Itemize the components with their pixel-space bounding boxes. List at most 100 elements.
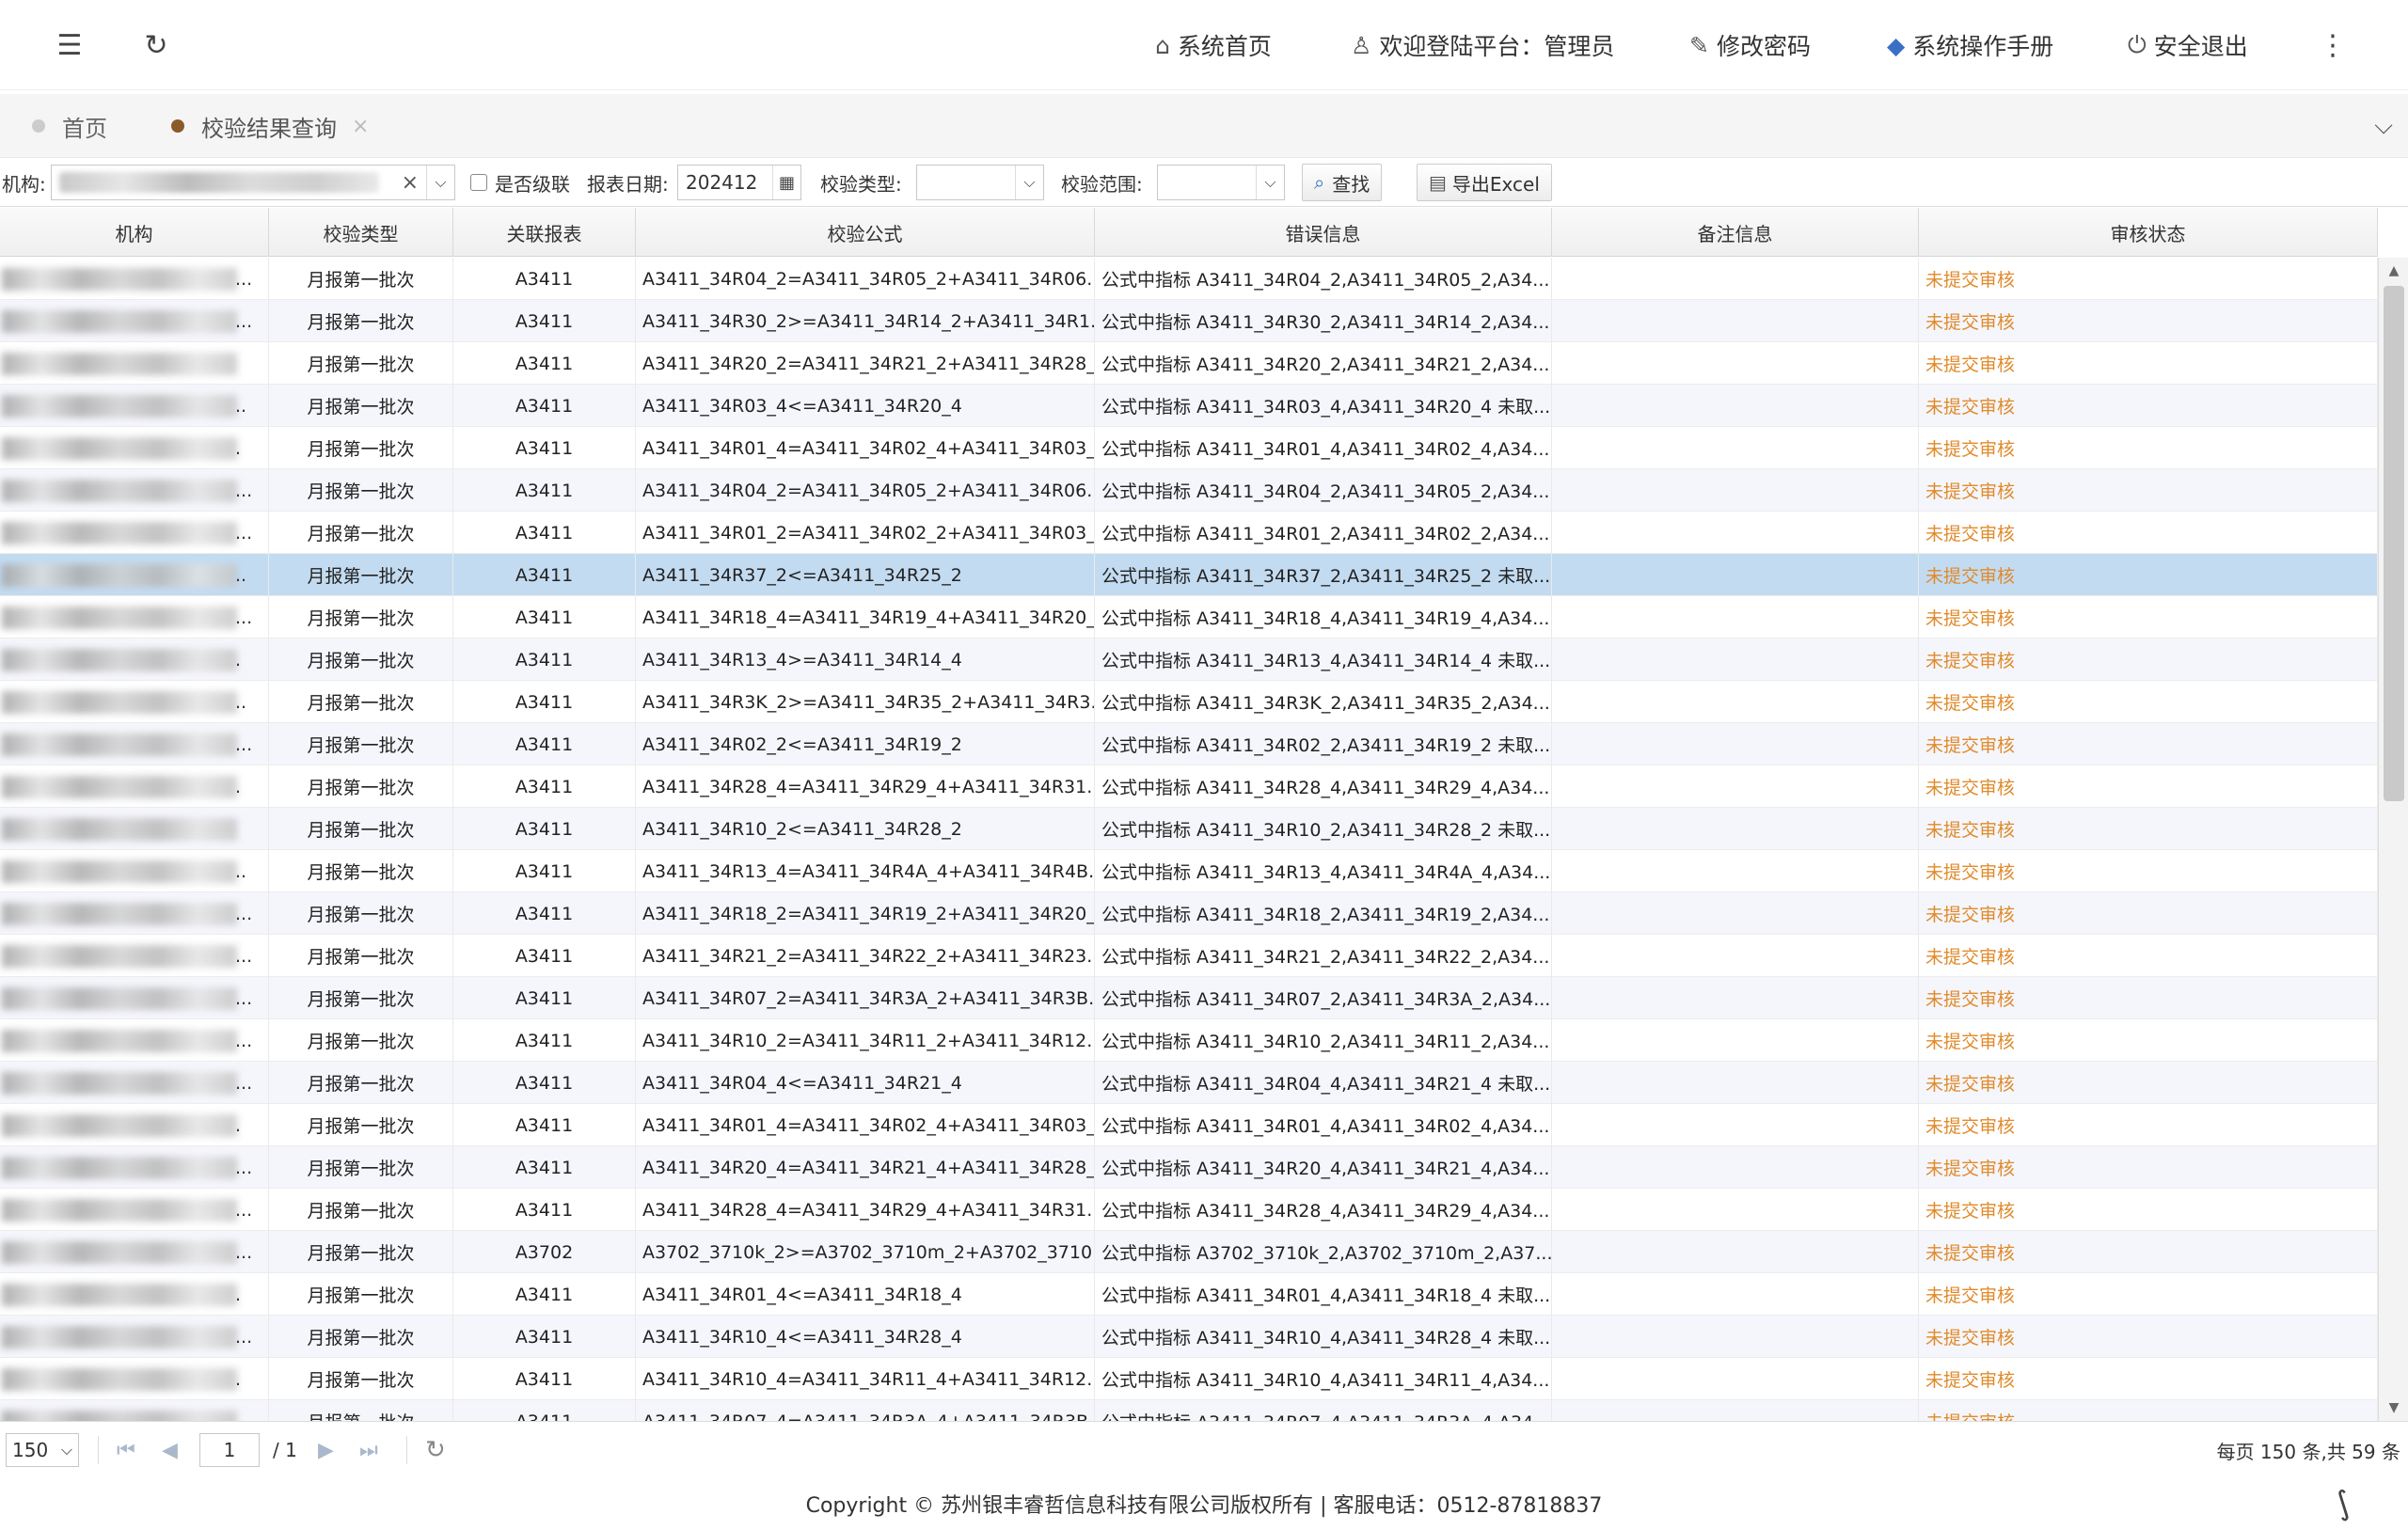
table-row[interactable]: ... 月报第一批次 A3411 A3411_34R10_2=A3411_34R11_… — [0, 1019, 2378, 1062]
table-row[interactable]: .. 月报第一批次 A3411 A3411_34R3K_2>=A3411_34R35_… — [0, 681, 2378, 723]
col-formula[interactable]: 校验公式 — [636, 208, 1095, 257]
first-page-icon[interactable]: ⏮ — [117, 1422, 135, 1478]
table-row[interactable]: ... 月报第一批次 A3411 A3411_34R04_2=A3411_34R05_… — [0, 469, 2378, 512]
chevron-down-icon[interactable]: ⌵ — [426, 166, 454, 199]
prev-page-icon[interactable]: ◀ — [162, 1422, 178, 1478]
col-status[interactable]: 审核状态 — [1919, 208, 2378, 257]
next-page-icon[interactable]: ▶ — [318, 1422, 334, 1478]
calendar-icon[interactable]: ▦ — [772, 166, 800, 199]
tab-active-dot-icon — [171, 119, 184, 133]
chevron-down-icon[interactable]: ⌵ — [1015, 166, 1043, 199]
cell-error: 公式中指标 A3411_34R10_2,A3411_34R11_2,A34... — [1095, 1019, 1552, 1062]
table-row[interactable]: ... 月报第一批次 A3411 A3411_34R04_2=A3411_34R05_… — [0, 258, 2378, 300]
org-name-redacted — [2, 987, 237, 1010]
cell-status: 未提交审核 — [1919, 1316, 2378, 1358]
table-row[interactable]: . 月报第一批次 A3411 A3411_34R01_4=A3411_34R02_4+… — [0, 427, 2378, 469]
table-row[interactable]: ... 月报第一批次 A3411 A3411_34R02_2<=A3411_34R19… — [0, 723, 2378, 765]
table-row[interactable]: ... 月报第一批次 A3411 A3411_34R21_2=A3411_34R22_… — [0, 935, 2378, 977]
cell-note — [1552, 977, 1919, 1019]
table-row[interactable]: ... 月报第一批次 A3411 A3411_34R30_2>=A3411_34R14… — [0, 300, 2378, 342]
current-page-input[interactable]: 1 — [199, 1433, 260, 1467]
cell-error: 公式中指标 A3411_34R18_4,A3411_34R19_4,A34... — [1095, 596, 1552, 639]
table-row[interactable]: .. 月报第一批次 A3411 A3411_34R37_2<=A3411_34R25_… — [0, 554, 2378, 596]
cell-check-type: 月报第一批次 — [269, 1146, 453, 1189]
nav-manual[interactable]: ◆ 系统操作手册 — [1887, 0, 2053, 90]
col-org[interactable]: 机构 — [0, 208, 269, 257]
export-excel-button[interactable]: ▤ 导出Excel — [1417, 164, 1552, 201]
scroll-thumb[interactable] — [2384, 286, 2404, 801]
nav-logout[interactable]: ⏻ 安全退出 — [2128, 0, 2248, 90]
scroll-down-icon[interactable]: ▼ — [2379, 1395, 2408, 1421]
search-button[interactable]: ⌕ 查找 — [1302, 164, 1383, 201]
org-ellipsis: ... — [235, 1241, 253, 1263]
cell-check-type: 月报第一批次 — [269, 1273, 453, 1316]
org-select[interactable]: × ⌵ — [51, 165, 455, 200]
cell-check-type: 月报第一批次 — [269, 596, 453, 639]
table-row[interactable]: . 月报第一批次 A3411 A3411_34R10_4=A3411_34R11_4+… — [0, 1358, 2378, 1400]
date-input[interactable]: 202412 ▦ — [677, 165, 801, 200]
refresh-icon[interactable]: ↻ — [425, 1422, 446, 1478]
menu-toggle-icon[interactable]: ☰ — [51, 26, 88, 64]
cell-error: 公式中指标 A3411_34R01_4,A3411_34R18_4 未取... — [1095, 1273, 1552, 1316]
chevron-down-icon: ⌵ — [60, 1441, 72, 1459]
cell-status: 未提交审核 — [1919, 765, 2378, 808]
cell-org — [0, 808, 269, 850]
vertical-scrollbar[interactable]: ▲ ▼ — [2378, 258, 2408, 1421]
cascade-checkbox[interactable]: 是否级联 — [470, 158, 570, 207]
chevron-down-icon[interactable]: ⌵ — [2374, 94, 2393, 158]
org-ellipsis: .. — [235, 395, 247, 417]
table-row[interactable]: . 月报第一批次 A3411 A3411_34R13_4>=A3411_34R14_4… — [0, 639, 2378, 681]
tab-check-result[interactable]: 校验结果查询 × — [171, 94, 369, 158]
table-row[interactable]: ... 月报第一批次 A3411 A3411_34R18_2=A3411_34R19_… — [0, 892, 2378, 935]
cell-report: A3411 — [453, 1146, 636, 1189]
cell-formula: A3702_3710k_2>=A3702_3710m_2+A3702_3710.… — [636, 1231, 1095, 1273]
cell-note — [1552, 512, 1919, 554]
checkbox-box[interactable] — [470, 174, 487, 191]
nav-welcome[interactable]: ♙ 欢迎登陆平台：管理员 — [1351, 0, 1614, 90]
more-menu-icon[interactable]: ⋮ — [2314, 26, 2352, 64]
pager-summary: 每页 150 条,共 59 条 — [2216, 1440, 2400, 1463]
table-row[interactable]: . 月报第一批次 A3411 A3411_34R01_4=A3411_34R02_4+… — [0, 1104, 2378, 1146]
table-row[interactable]: 月报第一批次A3411A3411_34R07_4=A3411_34R3A_4+A… — [0, 1400, 2378, 1421]
table-row[interactable]: ... 月报第一批次 A3702 A3702_3710k_2>=A3702_3710m… — [0, 1231, 2378, 1273]
org-name-redacted — [2, 480, 237, 502]
table-row[interactable]: ... 月报第一批次 A3411 A3411_34R04_4<=A3411_34R21… — [0, 1062, 2378, 1104]
table-row[interactable]: ... 月报第一批次 A3411 A3411_34R01_2=A3411_34R02_… — [0, 512, 2378, 554]
org-name-redacted — [2, 1241, 237, 1264]
close-icon[interactable]: × — [352, 115, 369, 138]
table-row[interactable]: ... 月报第一批次 A3411 A3411_34R18_4=A3411_34R19_… — [0, 596, 2378, 639]
chevron-down-icon[interactable]: ⌵ — [1256, 166, 1284, 199]
nav-home[interactable]: ⌂ 系统首页 — [1155, 0, 1272, 90]
cell-org: . — [0, 1358, 269, 1400]
col-error[interactable]: 错误信息 — [1095, 208, 1552, 257]
table-row[interactable]: . 月报第一批次 A3411 A3411_34R01_4<=A3411_34R18_4… — [0, 1273, 2378, 1316]
page-size-select[interactable]: 150 ⌵ — [6, 1433, 79, 1467]
table-row[interactable]: ... 月报第一批次 A3411 A3411_34R20_4=A3411_34R21_… — [0, 1146, 2378, 1189]
col-note[interactable]: 备注信息 — [1552, 208, 1919, 257]
cell-org: . — [0, 1104, 269, 1146]
last-page-icon[interactable]: ⏭ — [359, 1422, 378, 1478]
cell-check-type: 月报第一批次 — [269, 850, 453, 892]
col-check-type[interactable]: 校验类型 — [269, 208, 453, 257]
nav-change-password[interactable]: ✎ 修改密码 — [1689, 0, 1811, 90]
table-row[interactable]: .. 月报第一批次 A3411 A3411_34R03_4<=A3411_34R20_… — [0, 385, 2378, 427]
org-label: 机构: — [2, 172, 46, 196]
check-type-select[interactable]: ⌵ — [916, 165, 1044, 200]
clear-icon[interactable]: × — [402, 171, 419, 195]
table-row[interactable]: 月报第一批次 A3411 A3411_34R10_2<=A3411_34R28_2 公… — [0, 808, 2378, 850]
col-report[interactable]: 关联报表 — [453, 208, 636, 257]
refresh-icon[interactable]: ↻ — [137, 26, 175, 64]
table-row[interactable]: ... 月报第一批次 A3411 A3411_34R28_4=A3411_34R29_… — [0, 1189, 2378, 1231]
cell-status: 未提交审核 — [1919, 935, 2378, 977]
cell-note — [1552, 1400, 1919, 1421]
tab-home[interactable]: 首页 — [32, 94, 107, 158]
table-row[interactable]: .. 月报第一批次 A3411 A3411_34R13_4=A3411_34R4A_4… — [0, 850, 2378, 892]
cell-org — [0, 342, 269, 385]
table-row[interactable]: ... 月报第一批次 A3411 A3411_34R07_2=A3411_34R3A_… — [0, 977, 2378, 1019]
table-row[interactable]: . 月报第一批次 A3411 A3411_34R28_4=A3411_34R29_4+… — [0, 765, 2378, 808]
table-row[interactable]: ... 月报第一批次 A3411 A3411_34R10_4<=A3411_34R28… — [0, 1316, 2378, 1358]
check-scope-select[interactable]: ⌵ — [1157, 165, 1285, 200]
table-row[interactable]: 月报第一批次 A3411 A3411_34R20_2=A3411_34R21_2+A… — [0, 342, 2378, 385]
cell-report: A3411 — [453, 1189, 636, 1231]
scroll-up-icon[interactable]: ▲ — [2379, 258, 2408, 284]
